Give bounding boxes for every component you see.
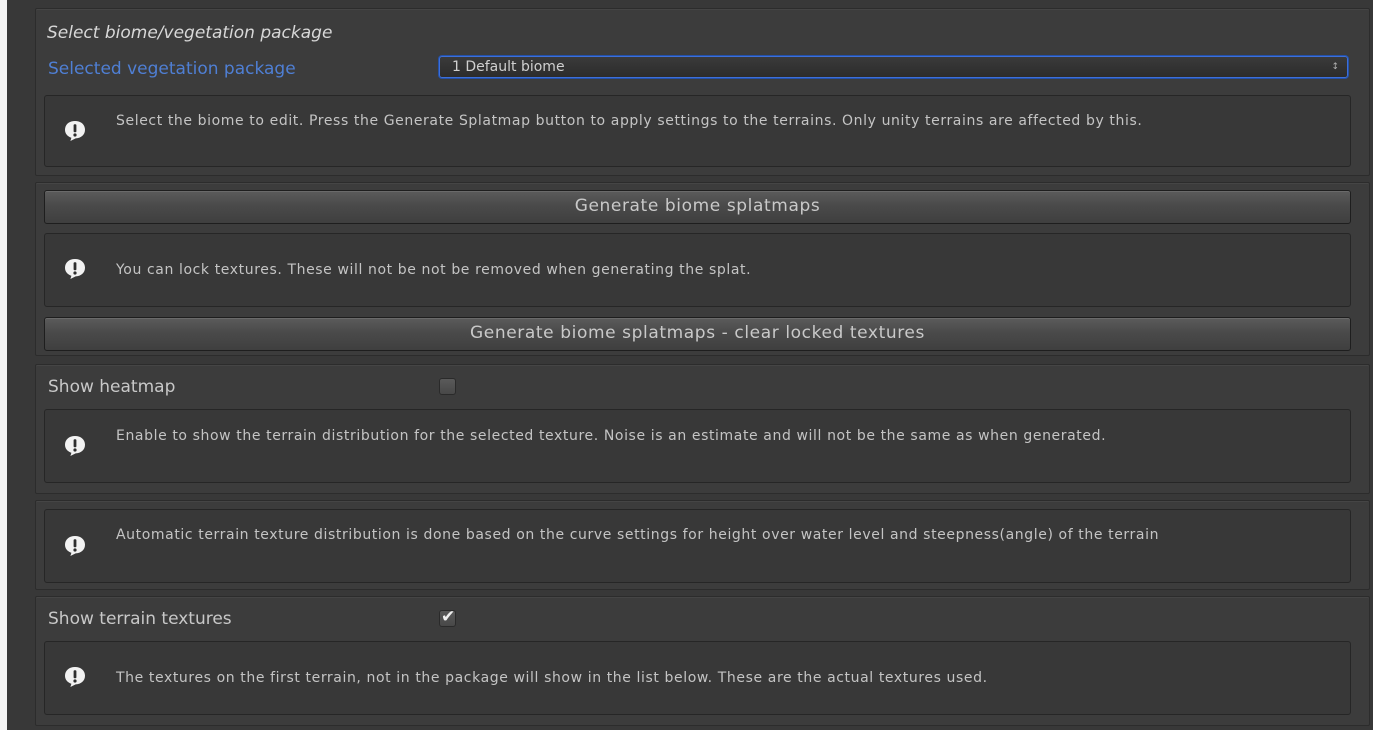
terrain-textures-group: Show terrain textures ✔ The textures on … [35,596,1370,726]
biome-selection-group: Select biome/vegetation package Selected… [35,8,1370,176]
help-text-lock-textures: You can lock textures. These will not be… [116,262,752,278]
inspector-panel: Select biome/vegetation package Selected… [7,0,1373,730]
heatmap-group: Show heatmap Enable to show the terrain … [35,364,1370,494]
generate-splatmaps-button[interactable]: Generate biome splatmaps [44,190,1351,224]
checkmark-icon: ✔ [441,607,456,627]
dropdown-selected-value: 1 Default biome [452,59,565,75]
dropdown-arrow-icon: ↕ [1331,62,1339,72]
show-heatmap-checkbox[interactable] [439,378,456,395]
info-exclamation-icon [65,121,85,141]
section-title: Select biome/vegetation package [47,23,333,43]
help-box-heatmap: Enable to show the terrain distribution … [44,409,1351,483]
help-text-terrain-textures: The textures on the first terrain, not i… [116,670,988,686]
vegetation-package-label: Selected vegetation package [48,59,296,79]
automatic-distribution-group: Automatic terrain texture distribution i… [35,500,1370,590]
info-exclamation-icon [65,259,85,279]
generate-splatmaps-clear-locked-button[interactable]: Generate biome splatmaps - clear locked … [44,317,1351,351]
help-box-lock-textures: You can lock textures. These will not be… [44,233,1351,307]
help-box-select-biome: Select the biome to edit. Press the Gene… [44,95,1351,167]
help-text-heatmap: Enable to show the terrain distribution … [116,428,1107,444]
help-text-select-biome: Select the biome to edit. Press the Gene… [116,113,1143,129]
vegetation-package-dropdown[interactable]: 1 Default biome ↕ [439,56,1348,78]
info-exclamation-icon [65,667,85,687]
help-text-automatic-distribution: Automatic terrain texture distribution i… [116,527,1160,543]
info-exclamation-icon [65,536,85,556]
info-exclamation-icon [65,436,85,456]
show-terrain-textures-label: Show terrain textures [48,609,232,629]
help-box-terrain-textures: The textures on the first terrain, not i… [44,641,1351,715]
show-heatmap-label: Show heatmap [48,377,176,397]
splatmap-generation-group: Generate biome splatmaps You can lock te… [35,182,1370,356]
show-terrain-textures-checkbox[interactable]: ✔ [439,607,456,627]
help-box-automatic-distribution: Automatic terrain texture distribution i… [44,509,1351,583]
